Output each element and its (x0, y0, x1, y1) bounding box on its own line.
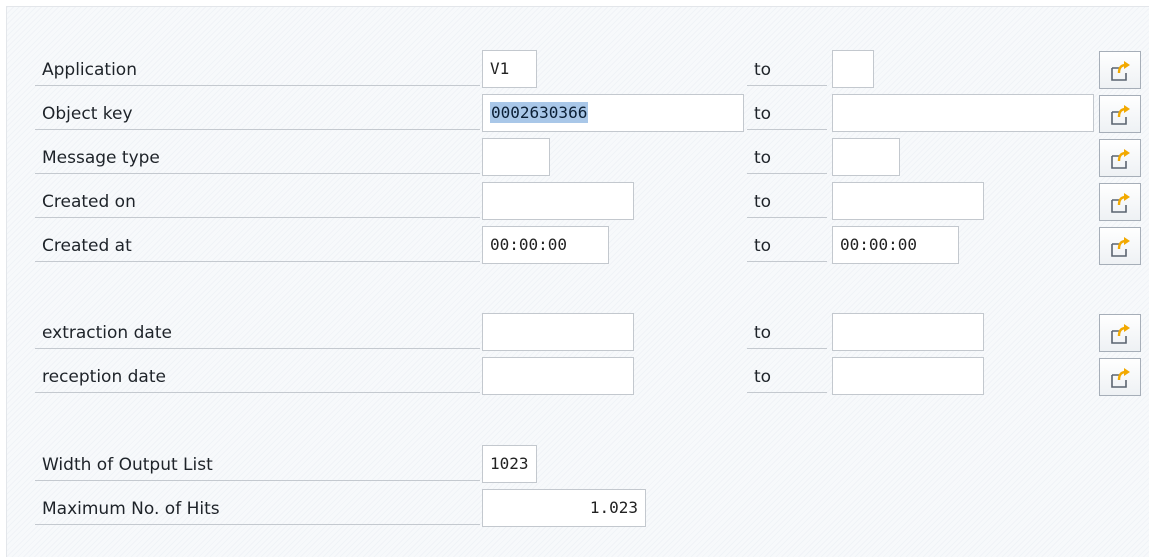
width-of-output-list-label: Width of Output List (35, 449, 480, 481)
application-to-field[interactable] (832, 50, 874, 88)
application-label: Application (35, 54, 480, 86)
width-of-output-list-field[interactable]: 1023 (482, 445, 537, 483)
message-type-from-field[interactable] (482, 138, 550, 176)
created-at-from-field[interactable]: 00:00:00 (482, 226, 609, 264)
extraction-date-from-field[interactable] (482, 313, 634, 351)
created-on-from-field[interactable] (482, 182, 634, 220)
extraction-date-multiple-selection-button[interactable] (1099, 314, 1141, 352)
row-extraction-date: extraction date to (0, 311, 1149, 355)
message-type-label: Message type (35, 142, 480, 174)
reception-date-from-field[interactable] (482, 357, 634, 395)
application-from-field[interactable]: V1 (482, 50, 537, 88)
row-application: Application V1 to (0, 48, 1149, 92)
created-at-to-field[interactable]: 00:00:00 (832, 226, 959, 264)
row-reception-date: reception date to (0, 355, 1149, 399)
extraction-date-label: extraction date (35, 317, 480, 349)
multiple-selection-arrow-icon (1111, 149, 1130, 169)
message-type-multiple-selection-button[interactable] (1099, 139, 1141, 177)
reception-date-to-field[interactable] (832, 357, 984, 395)
object-key-label: Object key (35, 98, 480, 130)
object-key-to-field[interactable] (832, 94, 1094, 132)
created-on-to-label: to (747, 186, 827, 218)
multiple-selection-arrow-icon (1111, 193, 1130, 213)
row-created-on: Created on to (0, 180, 1149, 224)
created-at-multiple-selection-button[interactable] (1099, 227, 1141, 265)
created-on-label: Created on (35, 186, 480, 218)
created-on-to-field[interactable] (832, 182, 984, 220)
extraction-date-to-label: to (747, 317, 827, 349)
row-maximum-no-of-hits: Maximum No. of Hits 1.023 (0, 487, 1149, 531)
multiple-selection-arrow-icon (1111, 237, 1130, 257)
message-type-to-label: to (747, 142, 827, 174)
multiple-selection-arrow-icon (1111, 368, 1130, 388)
reception-date-to-label: to (747, 361, 827, 393)
row-width-of-output-list: Width of Output List 1023 (0, 443, 1149, 487)
multiple-selection-arrow-icon (1111, 324, 1130, 344)
application-multiple-selection-button[interactable] (1099, 51, 1141, 89)
object-key-to-label: to (747, 98, 827, 130)
reception-date-multiple-selection-button[interactable] (1099, 358, 1141, 396)
reception-date-label: reception date (35, 361, 480, 393)
multiple-selection-arrow-icon (1111, 61, 1130, 81)
extraction-date-to-field[interactable] (832, 313, 984, 351)
maximum-no-of-hits-label: Maximum No. of Hits (35, 493, 480, 525)
created-at-to-label: to (747, 230, 827, 262)
row-message-type: Message type to (0, 136, 1149, 180)
application-to-label: to (747, 54, 827, 86)
message-type-to-field[interactable] (832, 138, 900, 176)
row-object-key: Object key 0002630366 to (0, 92, 1149, 136)
multiple-selection-arrow-icon (1111, 105, 1130, 125)
maximum-no-of-hits-field[interactable]: 1.023 (482, 489, 646, 527)
object-key-selected-text: 0002630366 (490, 102, 589, 123)
row-created-at: Created at 00:00:00 to 00:00:00 (0, 224, 1149, 268)
created-on-multiple-selection-button[interactable] (1099, 183, 1141, 221)
object-key-from-field[interactable]: 0002630366 (482, 94, 744, 132)
object-key-multiple-selection-button[interactable] (1099, 95, 1141, 133)
created-at-label: Created at (35, 230, 480, 262)
